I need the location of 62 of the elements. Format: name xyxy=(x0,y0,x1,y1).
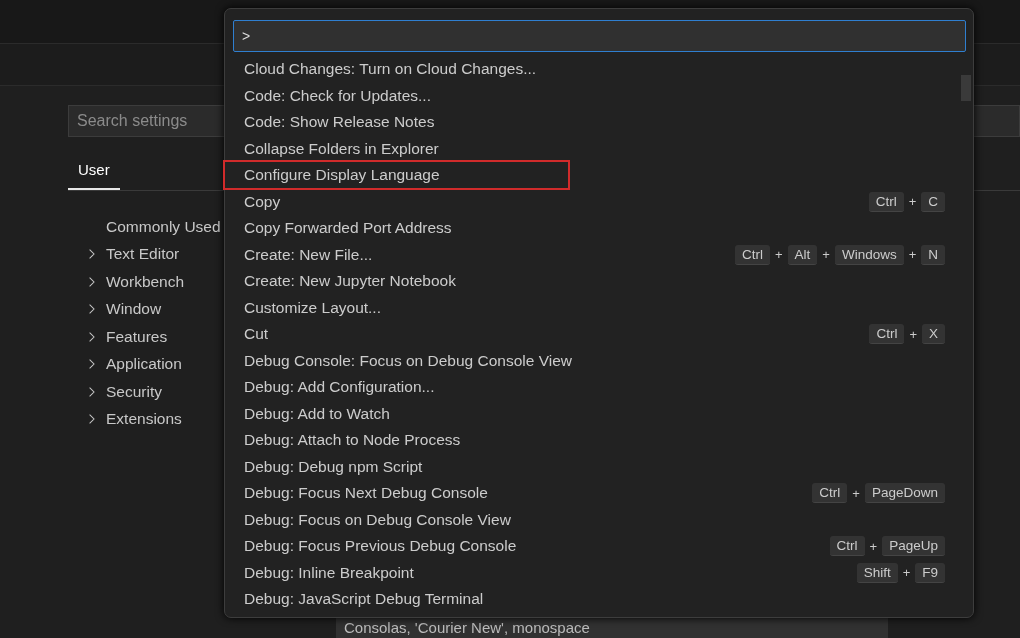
tree-item[interactable]: Features xyxy=(106,327,168,346)
tree-item[interactable]: Application xyxy=(106,355,182,374)
key-joiner: + xyxy=(909,326,917,342)
command-item[interactable]: Create: New Jupyter Notebook xyxy=(244,269,456,294)
key-cap: Ctrl xyxy=(868,191,904,212)
command-item[interactable]: Code: Show Release Notes xyxy=(244,110,435,135)
scrollbar-thumb[interactable] xyxy=(961,75,971,101)
command-item[interactable]: Copy Forwarded Port Address xyxy=(244,216,452,241)
settings-tab[interactable]: User xyxy=(68,155,120,190)
key-cap: Shift xyxy=(856,562,898,583)
key-cap: Alt xyxy=(787,244,818,265)
chevron-right-icon[interactable] xyxy=(88,330,96,343)
command-item[interactable]: Create: New File... xyxy=(244,242,373,267)
tree-item[interactable]: Extensions xyxy=(106,410,182,429)
key-joiner: + xyxy=(869,538,878,554)
command-item[interactable]: Collapse Folders in Explorer xyxy=(244,136,439,161)
key-joiner: + xyxy=(774,247,783,263)
chevron-right-icon[interactable] xyxy=(88,303,96,316)
key-joiner: + xyxy=(852,485,860,501)
tree-item[interactable]: Security xyxy=(106,382,162,401)
command-input[interactable]: > xyxy=(233,20,966,52)
key-cap: Ctrl xyxy=(734,244,770,265)
chevron-right-icon[interactable] xyxy=(88,385,96,398)
command-item[interactable]: Debug: Add to Watch xyxy=(244,401,390,426)
command-item[interactable]: Customize Layout... xyxy=(244,295,381,320)
key-cap: PageDown xyxy=(864,483,945,504)
key-cap: Ctrl xyxy=(869,324,905,345)
key-joiner: + xyxy=(822,247,830,263)
font-family-field[interactable]: Consolas, 'Courier New', monospace xyxy=(336,617,888,638)
command-item[interactable]: Cut xyxy=(244,322,269,347)
command-item[interactable]: Copy xyxy=(244,189,281,214)
key-cap: Ctrl xyxy=(829,536,865,557)
key-cap: Ctrl xyxy=(812,483,848,504)
command-item[interactable]: Debug: Focus Next Debug Console xyxy=(244,481,488,506)
key-cap: X xyxy=(922,324,945,345)
key-cap: Windows xyxy=(834,244,904,265)
chevron-right-icon[interactable] xyxy=(88,248,96,261)
command-item[interactable]: Debug: Focus on Debug Console View xyxy=(244,507,511,532)
chevron-right-icon[interactable] xyxy=(88,358,96,371)
key-cap: F9 xyxy=(915,562,945,583)
command-item[interactable]: Debug: Attach to Node Process xyxy=(244,428,461,453)
chevron-right-icon[interactable] xyxy=(88,413,96,426)
command-item[interactable]: Debug: Inline Breakpoint xyxy=(244,560,414,585)
key-joiner: + xyxy=(902,565,911,581)
key-cap: C xyxy=(921,191,945,212)
tree-item[interactable]: Window xyxy=(106,300,162,319)
command-item[interactable]: Debug: JavaScript Debug Terminal xyxy=(244,587,484,612)
tree-item[interactable]: Text Editor xyxy=(106,245,180,264)
command-item[interactable]: Cloud Changes: Turn on Cloud Changes... xyxy=(244,57,537,82)
chevron-right-icon[interactable] xyxy=(88,275,96,288)
tree-item[interactable]: Workbench xyxy=(106,272,185,291)
tree-item[interactable]: Commonly Used xyxy=(106,217,221,236)
command-item[interactable]: Debug: Focus Previous Debug Console xyxy=(244,534,517,559)
command-item[interactable]: Debug: Debug npm Script xyxy=(244,454,423,479)
command-item[interactable]: Configure Display Language xyxy=(225,162,568,189)
key-joiner: + xyxy=(908,194,917,210)
key-joiner: + xyxy=(908,247,917,263)
command-item[interactable]: Debug Console: Focus on Debug Console View xyxy=(244,348,572,373)
command-item[interactable]: Code: Check for Updates... xyxy=(244,83,431,108)
key-cap: PageUp xyxy=(882,536,945,557)
key-cap: N xyxy=(921,244,945,265)
command-item[interactable]: Debug: Add Configuration... xyxy=(244,375,435,400)
